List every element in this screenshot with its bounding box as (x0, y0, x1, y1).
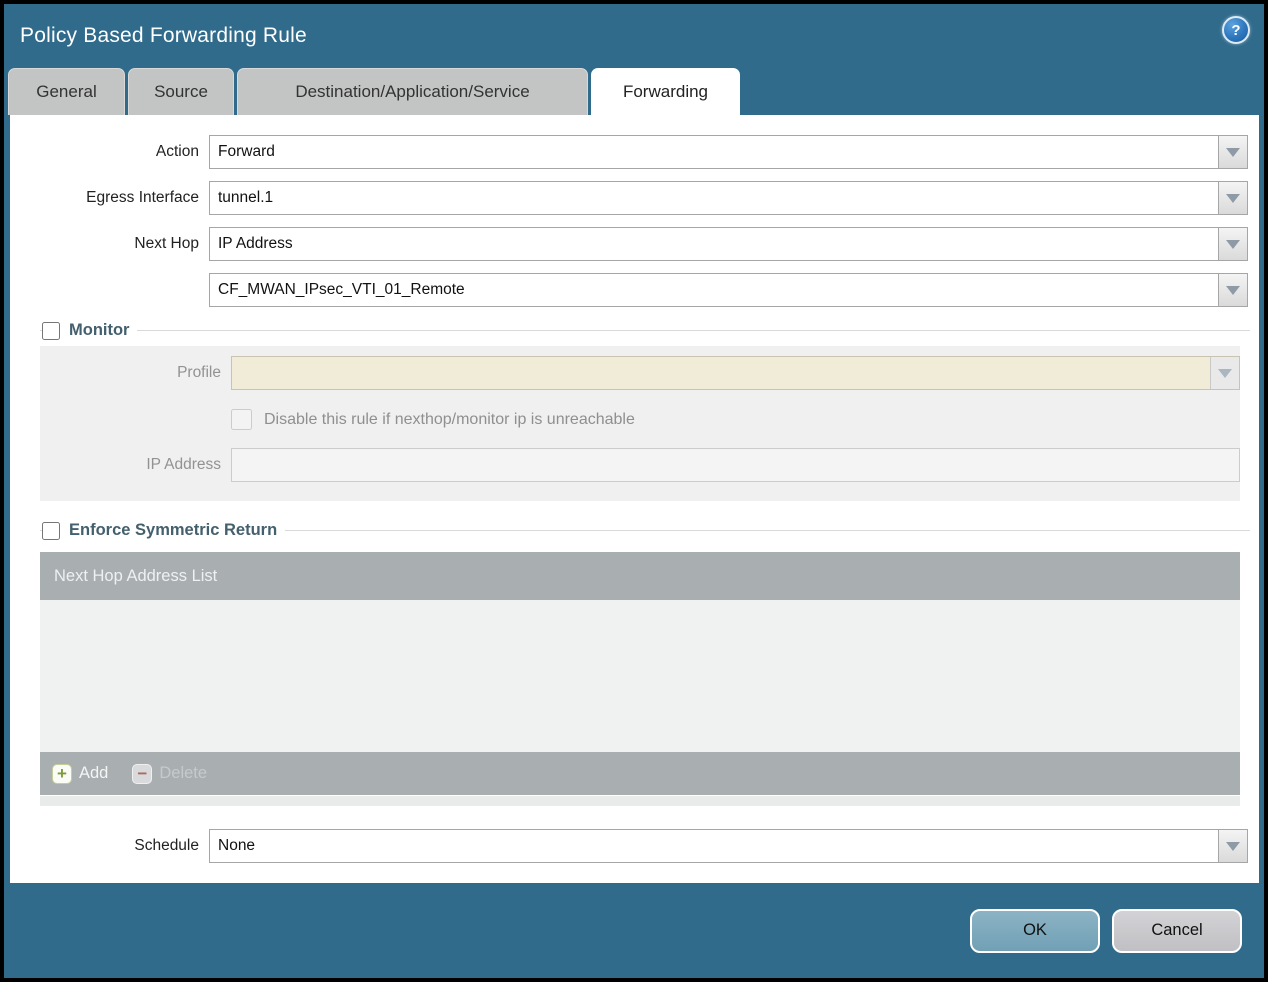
schedule-input[interactable] (209, 829, 1248, 863)
action-dropdown (209, 135, 1248, 169)
tab-source[interactable]: Source (128, 68, 234, 115)
delete-icon: − (132, 763, 153, 784)
next-hop-address-list-header: Next Hop Address List (40, 552, 1240, 600)
next-hop-type-dropdown (209, 227, 1248, 261)
enforce-symmetric-return-section: Enforce Symmetric Return Next Hop Addres… (40, 521, 1250, 806)
next-hop-address-list-toolbar: + Add − Delete (40, 752, 1240, 795)
profile-chevron-down-icon (1210, 357, 1239, 389)
delete-button: − Delete (132, 763, 208, 784)
disable-rule-row: Disable this rule if nexthop/monitor ip … (231, 406, 1240, 433)
ok-button[interactable]: OK (970, 908, 1100, 953)
tab-bar: General Source Destination/Application/S… (8, 68, 740, 115)
schedule-dropdown (209, 829, 1248, 863)
help-icon[interactable]: ? (1222, 16, 1250, 44)
dialog-titlebar: Policy Based Forwarding Rule (4, 4, 1264, 68)
forwarding-tab-panel: Action Egress Interface Next Hop (10, 115, 1259, 883)
disable-rule-checkbox (231, 409, 252, 430)
egress-interface-input[interactable] (209, 181, 1248, 215)
add-icon: + (52, 763, 72, 784)
add-button[interactable]: + Add (52, 763, 109, 784)
monitor-ip-address-label: IP Address (146, 456, 221, 473)
monitor-panel: Profile Disable this rule if nexthop/mon… (40, 346, 1240, 501)
profile-row: Profile (40, 356, 1240, 390)
add-button-label: Add (79, 764, 109, 782)
disable-rule-label: Disable this rule if nexthop/monitor ip … (264, 410, 635, 428)
schedule-label: Schedule (134, 837, 199, 854)
tab-destination-application-service[interactable]: Destination/Application/Service (237, 68, 588, 115)
next-hop-address-dropdown (209, 273, 1248, 307)
next-hop-address-list-table: Next Hop Address List + Add − Delete (40, 552, 1240, 806)
next-hop-row: Next Hop (10, 227, 1259, 261)
help-icon-glyph: ? (1231, 21, 1241, 39)
action-chevron-down-icon[interactable] (1218, 136, 1247, 168)
monitor-ip-address-row: IP Address (40, 448, 1240, 482)
profile-dropdown (231, 356, 1240, 390)
monitor-checkbox[interactable] (42, 321, 60, 340)
egress-interface-label: Egress Interface (86, 189, 199, 206)
egress-interface-row: Egress Interface (10, 181, 1259, 215)
next-hop-address-chevron-down-icon[interactable] (1218, 274, 1247, 306)
next-hop-address-list-body (40, 600, 1240, 752)
monitor-title: Monitor (69, 321, 130, 339)
enforce-symmetric-return-legend: Enforce Symmetric Return (42, 521, 285, 540)
monitor-ip-address-input (231, 448, 1240, 482)
enforce-symmetric-return-checkbox[interactable] (42, 521, 60, 540)
profile-label: Profile (177, 364, 221, 381)
policy-based-forwarding-dialog: Policy Based Forwarding Rule ? General S… (4, 4, 1264, 978)
schedule-chevron-down-icon[interactable] (1218, 830, 1247, 862)
dialog-title: Policy Based Forwarding Rule (20, 24, 307, 47)
profile-input (231, 356, 1240, 390)
egress-interface-chevron-down-icon[interactable] (1218, 182, 1247, 214)
schedule-row: Schedule (10, 829, 1259, 863)
dialog-footer: OK Cancel (4, 883, 1264, 978)
enforce-symmetric-return-title: Enforce Symmetric Return (69, 521, 278, 539)
monitor-section: Monitor Profile Disable this rule if nex… (40, 321, 1250, 501)
next-hop-type-chevron-down-icon[interactable] (1218, 228, 1247, 260)
action-label: Action (155, 143, 199, 160)
next-hop-address-row (10, 273, 1259, 307)
delete-button-label: Delete (159, 764, 208, 782)
cancel-button[interactable]: Cancel (1112, 908, 1242, 953)
next-hop-label: Next Hop (134, 235, 199, 252)
next-hop-type-input[interactable] (209, 227, 1248, 261)
tab-general[interactable]: General (8, 68, 125, 115)
egress-interface-dropdown (209, 181, 1248, 215)
action-input[interactable] (209, 135, 1248, 169)
tab-forwarding[interactable]: Forwarding (591, 68, 740, 115)
monitor-legend: Monitor (42, 321, 137, 340)
next-hop-address-input[interactable] (209, 273, 1248, 307)
table-scrollbar-track (40, 796, 1240, 806)
action-row: Action (10, 135, 1259, 169)
